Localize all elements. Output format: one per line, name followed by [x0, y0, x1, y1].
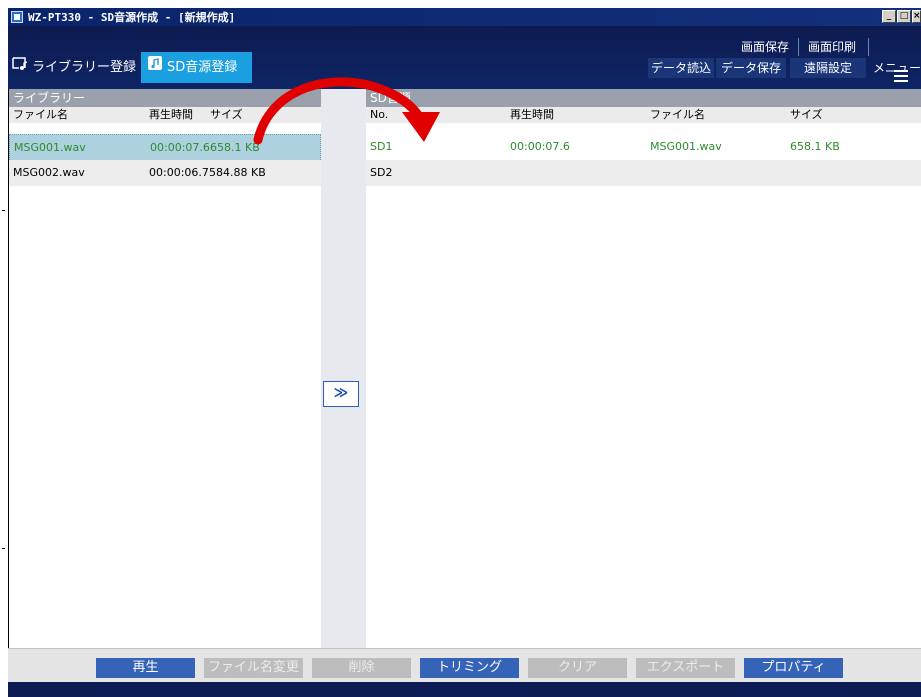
row-filename: MSG002.wav — [13, 166, 85, 179]
sd-panel-title: SD音源 — [366, 89, 921, 107]
minimize-button[interactable]: _ — [882, 10, 896, 23]
add-to-sd-button[interactable]: ≫ — [323, 381, 359, 407]
menu-button[interactable]: メニュー — [872, 58, 921, 78]
column-filename[interactable]: ファイル名 — [13, 107, 68, 123]
data-save-button[interactable]: データ保存 — [716, 58, 786, 78]
library-panel-title: ライブラリー — [9, 89, 321, 107]
transfer-gutter — [321, 89, 366, 648]
sd-column-header: No. 再生時間 ファイル名 サイズ — [366, 107, 921, 123]
library-icon — [12, 52, 28, 83]
window-bottom-edge — [8, 682, 921, 697]
title-bar: WZ-PT330 - SD音源作成 - [新規作成] _ □ × — [8, 8, 921, 26]
tab-label: ライブラリー登録 — [32, 60, 137, 75]
left-edge — [0, 0, 8, 697]
tab-sd-register[interactable]: SD音源登録 — [141, 52, 252, 83]
column-playtime[interactable]: 再生時間 — [149, 107, 193, 123]
header-toolbar: 画面保存 画面印刷 ライブラリー登録 SD音源登録 データ読込 データ保存 遠隔… — [8, 26, 921, 89]
sd-panel: SD音源 No. 再生時間 ファイル名 サイズ SD1 00:00:07.6 M… — [366, 89, 921, 648]
tab-library-register[interactable]: ライブラリー登録 — [12, 52, 139, 83]
row-size: 658.1 KB — [210, 141, 260, 154]
close-button[interactable]: × — [912, 10, 921, 23]
edge-mark — [2, 548, 5, 549]
clear-button[interactable]: クリア — [528, 658, 627, 678]
row-size: 584.88 KB — [209, 166, 266, 179]
divider — [868, 38, 869, 56]
restore-button[interactable]: □ — [897, 10, 911, 23]
sd-row[interactable]: SD2 — [366, 160, 921, 186]
trimming-button[interactable]: トリミング — [420, 658, 519, 678]
column-size[interactable]: サイズ — [210, 107, 243, 123]
row-filename: MSG001.wav — [650, 140, 722, 153]
column-playtime[interactable]: 再生時間 — [510, 107, 554, 123]
play-button[interactable]: 再生 — [96, 658, 195, 678]
row-playtime: 00:00:07.6 — [150, 141, 210, 154]
print-screen-button[interactable]: 画面印刷 — [801, 37, 863, 57]
window-title: WZ-PT330 - SD音源作成 - [新規作成] — [28, 11, 236, 24]
export-button[interactable]: エクスポート — [636, 658, 735, 678]
column-filename[interactable]: ファイル名 — [650, 107, 705, 123]
row-no: SD1 — [370, 140, 393, 153]
properties-button[interactable]: プロパティ — [744, 658, 843, 678]
tab-label: SD音源登録 — [167, 60, 238, 75]
remote-settings-button[interactable]: 遠隔設定 — [790, 58, 866, 78]
row-playtime: 00:00:06.7 — [149, 166, 209, 179]
sd-music-icon — [147, 52, 163, 83]
delete-button[interactable]: 削除 — [312, 658, 411, 678]
library-column-header: ファイル名 再生時間 サイズ — [9, 107, 321, 123]
row-size: 658.1 KB — [790, 140, 840, 153]
data-load-button[interactable]: データ読込 — [648, 58, 714, 78]
edge-mark — [2, 210, 5, 211]
rename-button[interactable]: ファイル名変更 — [204, 658, 303, 678]
row-playtime: 00:00:07.6 — [510, 140, 570, 153]
save-screen-button[interactable]: 画面保存 — [733, 37, 797, 57]
library-panel: ライブラリー ファイル名 再生時間 サイズ MSG001.wav 00:00:0… — [8, 89, 321, 648]
library-row[interactable]: MSG001.wav 00:00:07.6 658.1 KB — [9, 134, 321, 162]
app-icon — [11, 11, 23, 23]
bottom-action-bar: 再生 ファイル名変更 削除 トリミング クリア エクスポート プロパティ — [8, 648, 921, 682]
library-row[interactable]: MSG002.wav 00:00:06.7 584.88 KB — [9, 160, 321, 186]
row-filename: MSG001.wav — [14, 141, 86, 154]
sd-row[interactable]: SD1 00:00:07.6 MSG001.wav 658.1 KB — [366, 134, 921, 160]
column-no[interactable]: No. — [370, 107, 388, 123]
divider — [798, 38, 799, 56]
row-no: SD2 — [370, 166, 393, 179]
column-size[interactable]: サイズ — [790, 107, 823, 123]
